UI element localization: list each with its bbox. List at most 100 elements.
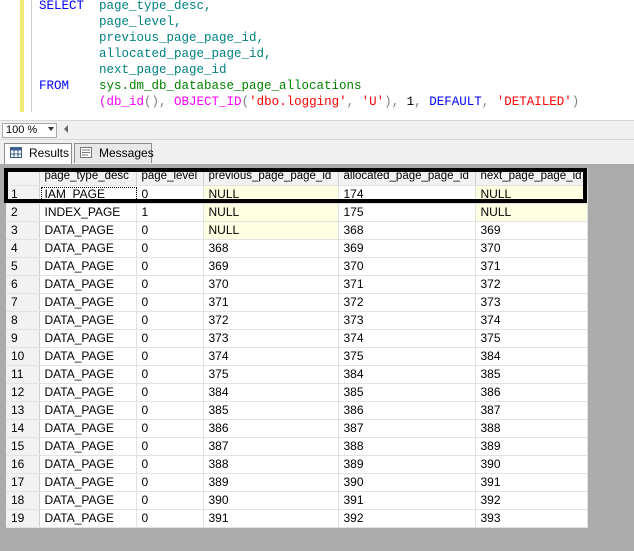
grid-cell[interactable]: 384 bbox=[475, 347, 588, 366]
grid-cell[interactable]: 388 bbox=[475, 419, 588, 438]
grid-cell[interactable]: 0 bbox=[136, 491, 204, 510]
grid-cell[interactable]: DATA_PAGE bbox=[39, 437, 137, 456]
grid-cell[interactable]: 384 bbox=[338, 365, 476, 384]
grid-cell[interactable]: DATA_PAGE bbox=[39, 293, 137, 312]
table-row[interactable]: 14 DATA_PAGE 0 386 387 388 bbox=[6, 419, 588, 438]
grid-cell[interactable]: 0 bbox=[136, 365, 204, 384]
table-row[interactable]: 6 DATA_PAGE 0 370 371 372 bbox=[6, 275, 588, 294]
grid-cell[interactable]: 386 bbox=[338, 401, 476, 420]
row-number[interactable]: 9 bbox=[6, 329, 40, 348]
table-row[interactable]: 11 DATA_PAGE 0 375 384 385 bbox=[6, 365, 588, 384]
grid-cell[interactable]: 392 bbox=[475, 491, 588, 510]
grid-cell[interactable]: 370 bbox=[338, 257, 476, 276]
row-number[interactable]: 6 bbox=[6, 275, 40, 294]
grid-cell[interactable]: NULL bbox=[475, 185, 588, 204]
grid-cell[interactable]: 175 bbox=[338, 203, 476, 222]
row-number[interactable]: 12 bbox=[6, 383, 40, 402]
grid-cell[interactable]: DATA_PAGE bbox=[39, 329, 137, 348]
grid-cell[interactable]: 174 bbox=[338, 185, 476, 204]
table-row[interactable]: 3 DATA_PAGE 0 NULL 368 369 bbox=[6, 221, 588, 240]
table-row[interactable]: 4 DATA_PAGE 0 368 369 370 bbox=[6, 239, 588, 258]
grid-cell[interactable]: 389 bbox=[475, 437, 588, 456]
grid-cell[interactable]: 390 bbox=[338, 473, 476, 492]
table-row[interactable]: 9 DATA_PAGE 0 373 374 375 bbox=[6, 329, 588, 348]
grid-cell[interactable]: 388 bbox=[338, 437, 476, 456]
grid-cell[interactable]: 385 bbox=[203, 401, 339, 420]
row-number[interactable]: 10 bbox=[6, 347, 40, 366]
grid-cell[interactable]: DATA_PAGE bbox=[39, 257, 137, 276]
tab-results[interactable]: Results bbox=[4, 143, 72, 164]
row-number-header[interactable] bbox=[6, 168, 40, 186]
code-line[interactable]: (db_id(), OBJECT_ID('dbo.logging', 'U'),… bbox=[39, 94, 579, 111]
grid-cell[interactable]: IAM_PAGE bbox=[39, 185, 137, 204]
grid-cell[interactable]: DATA_PAGE bbox=[39, 419, 137, 438]
grid-cell[interactable]: NULL bbox=[203, 185, 339, 204]
grid-cell[interactable]: DATA_PAGE bbox=[39, 509, 137, 528]
grid-cell[interactable]: 374 bbox=[475, 311, 588, 330]
grid-cell[interactable]: 373 bbox=[203, 329, 339, 348]
grid-cell[interactable]: 373 bbox=[475, 293, 588, 312]
column-header[interactable]: next_page_page_id bbox=[475, 168, 588, 186]
grid-cell[interactable]: 368 bbox=[338, 221, 476, 240]
grid-cell[interactable]: 385 bbox=[475, 365, 588, 384]
grid-cell[interactable]: 0 bbox=[136, 293, 204, 312]
grid-cell[interactable]: DATA_PAGE bbox=[39, 455, 137, 474]
grid-cell[interactable]: DATA_PAGE bbox=[39, 275, 137, 294]
row-number[interactable]: 7 bbox=[6, 293, 40, 312]
table-row[interactable]: 18 DATA_PAGE 0 390 391 392 bbox=[6, 491, 588, 510]
grid-cell[interactable]: 387 bbox=[203, 437, 339, 456]
table-row[interactable]: 5 DATA_PAGE 0 369 370 371 bbox=[6, 257, 588, 276]
grid-cell[interactable]: 0 bbox=[136, 221, 204, 240]
grid-cell[interactable]: NULL bbox=[475, 203, 588, 222]
table-row[interactable]: 16 DATA_PAGE 0 388 389 390 bbox=[6, 455, 588, 474]
grid-cell[interactable]: 371 bbox=[338, 275, 476, 294]
grid-cell[interactable]: 387 bbox=[475, 401, 588, 420]
code-line[interactable]: next_page_page_id bbox=[39, 62, 227, 79]
code-line[interactable]: page_level, bbox=[39, 14, 182, 31]
table-row[interactable]: 12 DATA_PAGE 0 384 385 386 bbox=[6, 383, 588, 402]
table-row[interactable]: 19 DATA_PAGE 0 391 392 393 bbox=[6, 509, 588, 528]
grid-cell[interactable]: INDEX_PAGE bbox=[39, 203, 137, 222]
grid-cell[interactable]: 0 bbox=[136, 383, 204, 402]
grid-cell[interactable]: NULL bbox=[203, 203, 339, 222]
grid-cell[interactable]: DATA_PAGE bbox=[39, 347, 137, 366]
grid-cell[interactable]: 385 bbox=[338, 383, 476, 402]
column-header[interactable]: allocated_page_page_id bbox=[338, 168, 476, 186]
grid-cell[interactable]: 375 bbox=[475, 329, 588, 348]
grid-cell[interactable]: 369 bbox=[475, 221, 588, 240]
grid-cell[interactable]: 370 bbox=[475, 239, 588, 258]
grid-cell[interactable]: 369 bbox=[338, 239, 476, 258]
grid-cell[interactable]: 0 bbox=[136, 329, 204, 348]
grid-cell[interactable]: 389 bbox=[338, 455, 476, 474]
table-row[interactable]: 15 DATA_PAGE 0 387 388 389 bbox=[6, 437, 588, 456]
grid-cell[interactable]: 371 bbox=[203, 293, 339, 312]
grid-cell[interactable]: 1 bbox=[136, 203, 204, 222]
grid-cell[interactable]: 370 bbox=[203, 275, 339, 294]
grid-cell[interactable]: 0 bbox=[136, 257, 204, 276]
code-line[interactable]: allocated_page_page_id, bbox=[39, 46, 272, 63]
zoom-select[interactable]: 100 % bbox=[2, 123, 57, 138]
grid-cell[interactable]: DATA_PAGE bbox=[39, 365, 137, 384]
grid-cell[interactable]: 0 bbox=[136, 419, 204, 438]
grid-cell[interactable]: 374 bbox=[203, 347, 339, 366]
grid-cell[interactable]: 392 bbox=[338, 509, 476, 528]
grid-cell[interactable]: 374 bbox=[338, 329, 476, 348]
results-grid[interactable]: page_type_desc page_level previous_page_… bbox=[6, 168, 588, 528]
row-number[interactable]: 17 bbox=[6, 473, 40, 492]
column-header[interactable]: previous_page_page_id bbox=[203, 168, 339, 186]
grid-cell[interactable]: 0 bbox=[136, 401, 204, 420]
grid-cell[interactable]: 393 bbox=[475, 509, 588, 528]
table-row[interactable]: 1 IAM_PAGE 0 NULL 174 NULL bbox=[6, 185, 588, 204]
grid-cell[interactable]: 0 bbox=[136, 185, 204, 204]
grid-cell[interactable]: DATA_PAGE bbox=[39, 401, 137, 420]
grid-cell[interactable]: 391 bbox=[475, 473, 588, 492]
grid-cell[interactable]: DATA_PAGE bbox=[39, 239, 137, 258]
grid-cell[interactable]: 373 bbox=[338, 311, 476, 330]
grid-cell[interactable]: 391 bbox=[338, 491, 476, 510]
row-number[interactable]: 8 bbox=[6, 311, 40, 330]
grid-cell[interactable]: 387 bbox=[338, 419, 476, 438]
row-number[interactable]: 16 bbox=[6, 455, 40, 474]
scroll-left-icon[interactable] bbox=[64, 125, 68, 133]
grid-cell[interactable]: 0 bbox=[136, 473, 204, 492]
grid-cell[interactable]: 372 bbox=[338, 293, 476, 312]
